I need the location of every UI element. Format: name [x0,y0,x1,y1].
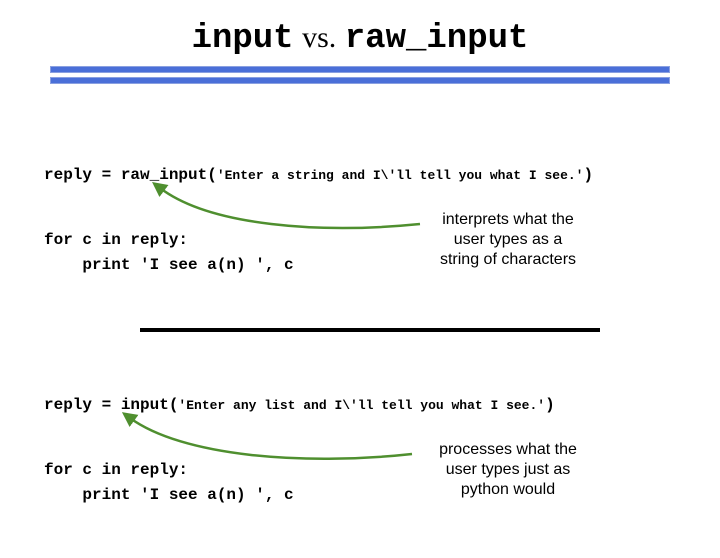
loop1-line1: for c in reply: [44,228,294,253]
note2-l3: python would [418,480,598,500]
note-input: processes what the user types just as py… [418,440,598,500]
title-underline [50,66,670,84]
title-vs: vs. [302,21,336,54]
assign-tail: ) [584,166,594,184]
arrow-raw-input [140,176,430,236]
slide: input vs. raw_input reply = raw_input('E… [0,18,720,558]
code-loop-2: for c in reply: print 'I see a(n) ', c [44,458,294,508]
loop1-line2: print 'I see a(n) ', c [44,253,294,278]
note-raw-input: interprets what the user types as a stri… [418,210,598,270]
code-loop-1: for c in reply: print 'I see a(n) ', c [44,228,294,278]
loop2-line1: for c in reply: [44,458,294,483]
title-left: input [192,20,294,58]
separator [140,328,600,332]
note2-l2: user types just as [418,460,598,480]
slide-title: input vs. raw_input [0,18,720,58]
assign-tail-2: ) [545,396,555,414]
loop2-line2: print 'I see a(n) ', c [44,483,294,508]
title-right: raw_input [345,20,529,58]
note1-l1: interprets what the [418,210,598,230]
note2-l1: processes what the [418,440,598,460]
arrow-input [112,406,432,466]
note1-l3: string of characters [418,250,598,270]
note1-l2: user types as a [418,230,598,250]
